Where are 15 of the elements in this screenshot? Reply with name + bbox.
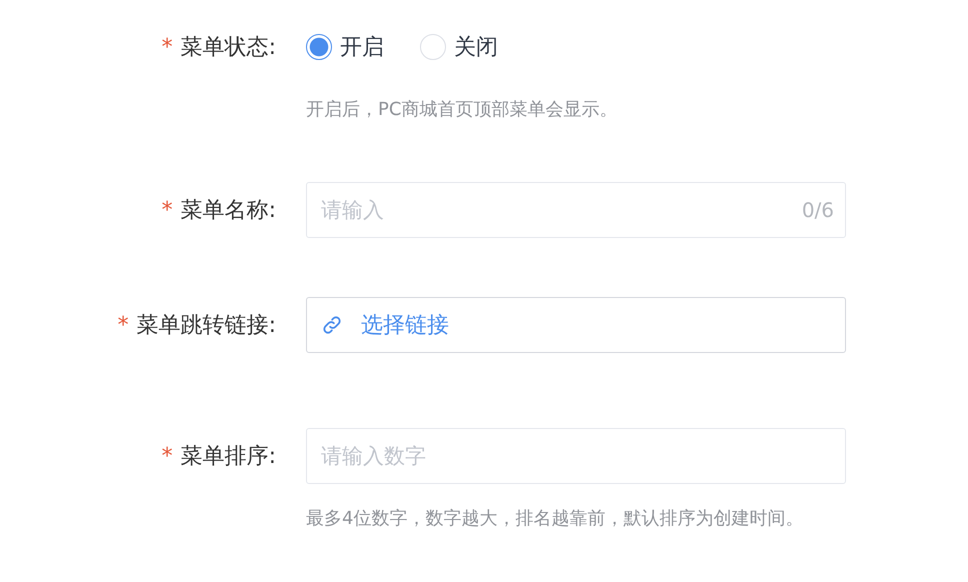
required-mark: * — [162, 198, 173, 222]
field-label: 菜单状态: — [180, 34, 276, 62]
required-mark: * — [162, 444, 173, 468]
char-counter: 0/6 — [802, 198, 834, 222]
field-label: 菜单跳转链接: — [136, 312, 276, 340]
radio-option[interactable]: 开启 — [306, 32, 384, 62]
required-mark: * — [162, 34, 173, 60]
help-text: 开启后，PC商城首页顶部菜单会显示。 — [306, 98, 618, 121]
radio-option[interactable]: 关闭 — [420, 32, 498, 62]
required-mark: * — [118, 312, 129, 338]
field-label: 菜单名称: — [180, 197, 276, 225]
link-icon — [321, 314, 343, 336]
help-text: 最多4位数字，数字越大，排名越靠前，默认排序为创建时间。 — [306, 507, 804, 530]
number-input-field[interactable]: 请输入数字 — [306, 428, 846, 484]
field-label: 菜单排序: — [180, 443, 276, 471]
